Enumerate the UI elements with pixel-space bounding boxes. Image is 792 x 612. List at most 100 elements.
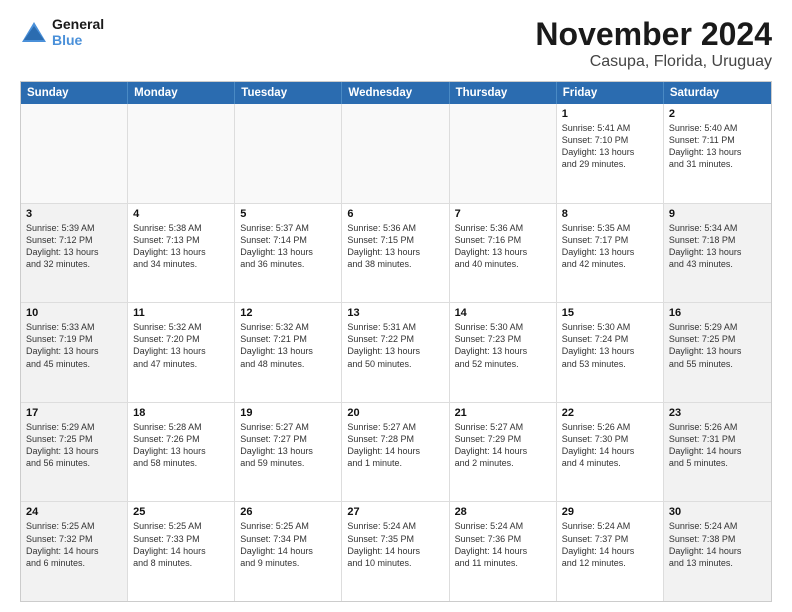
day-number: 9 (669, 208, 766, 220)
day-info: Sunrise: 5:38 AM Sunset: 7:13 PM Dayligh… (133, 222, 229, 271)
day-number: 22 (562, 407, 658, 419)
day-info: Sunrise: 5:29 AM Sunset: 7:25 PM Dayligh… (669, 321, 766, 370)
calendar-week-3: 10Sunrise: 5:33 AM Sunset: 7:19 PM Dayli… (21, 303, 771, 403)
day-number: 3 (26, 208, 122, 220)
day-info: Sunrise: 5:24 AM Sunset: 7:36 PM Dayligh… (455, 520, 551, 569)
day-info: Sunrise: 5:26 AM Sunset: 7:30 PM Dayligh… (562, 421, 658, 470)
day-info: Sunrise: 5:41 AM Sunset: 7:10 PM Dayligh… (562, 122, 658, 171)
day-info: Sunrise: 5:34 AM Sunset: 7:18 PM Dayligh… (669, 222, 766, 271)
day-number: 1 (562, 108, 658, 120)
calendar-day-17: 17 Sunrise: 5:29 AM Sunset: 7:25 PM Dayli… (21, 403, 128, 502)
day-info: Sunrise: 5:24 AM Sunset: 7:37 PM Dayligh… (562, 520, 658, 569)
header-day-monday: Monday (128, 82, 235, 104)
day-number: 11 (133, 307, 229, 319)
calendar-week-1: 1 Sunrise: 5:41 AM Sunset: 7:10 PM Daylig… (21, 104, 771, 204)
calendar-day-19: 19Sunrise: 5:27 AM Sunset: 7:27 PM Dayli… (235, 403, 342, 502)
calendar-day-4: 4Sunrise: 5:38 AM Sunset: 7:13 PM Daylig… (128, 204, 235, 303)
day-info: Sunrise: 5:25 AM Sunset: 7:33 PM Dayligh… (133, 520, 229, 569)
calendar-day-28: 28Sunrise: 5:24 AM Sunset: 7:36 PM Dayli… (450, 502, 557, 601)
day-info: Sunrise: 5:40 AM Sunset: 7:11 PM Dayligh… (669, 122, 766, 171)
calendar-day-empty (450, 104, 557, 203)
calendar-day-empty (128, 104, 235, 203)
calendar: SundayMondayTuesdayWednesdayThursdayFrid… (20, 81, 772, 602)
day-info: Sunrise: 5:31 AM Sunset: 7:22 PM Dayligh… (347, 321, 443, 370)
calendar-body: 1 Sunrise: 5:41 AM Sunset: 7:10 PM Daylig… (21, 104, 771, 601)
header-day-sunday: Sunday (21, 82, 128, 104)
day-number: 6 (347, 208, 443, 220)
calendar-day-14: 14Sunrise: 5:30 AM Sunset: 7:23 PM Dayli… (450, 303, 557, 402)
subtitle: Casupa, Florida, Uruguay (535, 53, 772, 71)
calendar-day-26: 26 Sunrise: 5:25 AM Sunset: 7:34 PM Dayli… (235, 502, 342, 601)
calendar-day-9: 9 Sunrise: 5:34 AM Sunset: 7:18 PM Daylig… (664, 204, 771, 303)
day-number: 27 (347, 506, 443, 518)
calendar-day-27: 27 Sunrise: 5:24 AM Sunset: 7:35 PM Dayli… (342, 502, 449, 601)
logo: General Blue (20, 16, 104, 48)
day-info: Sunrise: 5:27 AM Sunset: 7:29 PM Dayligh… (455, 421, 551, 470)
day-number: 26 (240, 506, 336, 518)
calendar-day-25: 25 Sunrise: 5:25 AM Sunset: 7:33 PM Dayli… (128, 502, 235, 601)
calendar-header: SundayMondayTuesdayWednesdayThursdayFrid… (21, 82, 771, 104)
calendar-day-30: 30Sunrise: 5:24 AM Sunset: 7:38 PM Dayli… (664, 502, 771, 601)
calendar-day-20: 20Sunrise: 5:27 AM Sunset: 7:28 PM Dayli… (342, 403, 449, 502)
calendar-day-empty (342, 104, 449, 203)
day-info: Sunrise: 5:32 AM Sunset: 7:21 PM Dayligh… (240, 321, 336, 370)
page: General Blue November 2024 Casupa, Flori… (0, 0, 792, 612)
day-info: Sunrise: 5:36 AM Sunset: 7:15 PM Dayligh… (347, 222, 443, 271)
day-info: Sunrise: 5:35 AM Sunset: 7:17 PM Dayligh… (562, 222, 658, 271)
day-info: Sunrise: 5:39 AM Sunset: 7:12 PM Dayligh… (26, 222, 122, 271)
day-info: Sunrise: 5:28 AM Sunset: 7:26 PM Dayligh… (133, 421, 229, 470)
day-number: 2 (669, 108, 766, 120)
calendar-day-23: 23 Sunrise: 5:26 AM Sunset: 7:31 PM Dayli… (664, 403, 771, 502)
day-info: Sunrise: 5:27 AM Sunset: 7:27 PM Dayligh… (240, 421, 336, 470)
calendar-day-2: 2 Sunrise: 5:40 AM Sunset: 7:11 PM Daylig… (664, 104, 771, 203)
header-day-wednesday: Wednesday (342, 82, 449, 104)
day-number: 23 (669, 407, 766, 419)
day-info: Sunrise: 5:24 AM Sunset: 7:35 PM Dayligh… (347, 520, 443, 569)
calendar-day-13: 13 Sunrise: 5:31 AM Sunset: 7:22 PM Dayli… (342, 303, 449, 402)
day-number: 5 (240, 208, 336, 220)
calendar-day-24: 24Sunrise: 5:25 AM Sunset: 7:32 PM Dayli… (21, 502, 128, 601)
header-day-thursday: Thursday (450, 82, 557, 104)
calendar-day-12: 12 Sunrise: 5:32 AM Sunset: 7:21 PM Dayli… (235, 303, 342, 402)
day-number: 14 (455, 307, 551, 319)
day-number: 18 (133, 407, 229, 419)
header-day-tuesday: Tuesday (235, 82, 342, 104)
day-info: Sunrise: 5:36 AM Sunset: 7:16 PM Dayligh… (455, 222, 551, 271)
calendar-day-8: 8 Sunrise: 5:35 AM Sunset: 7:17 PM Daylig… (557, 204, 664, 303)
calendar-day-1: 1 Sunrise: 5:41 AM Sunset: 7:10 PM Daylig… (557, 104, 664, 203)
day-number: 8 (562, 208, 658, 220)
day-number: 29 (562, 506, 658, 518)
logo-icon (20, 20, 48, 44)
calendar-day-7: 7Sunrise: 5:36 AM Sunset: 7:16 PM Daylig… (450, 204, 557, 303)
calendar-day-15: 15 Sunrise: 5:30 AM Sunset: 7:24 PM Dayli… (557, 303, 664, 402)
calendar-day-5: 5 Sunrise: 5:37 AM Sunset: 7:14 PM Daylig… (235, 204, 342, 303)
day-number: 25 (133, 506, 229, 518)
header-day-friday: Friday (557, 82, 664, 104)
main-title: November 2024 (535, 16, 772, 53)
day-info: Sunrise: 5:27 AM Sunset: 7:28 PM Dayligh… (347, 421, 443, 470)
day-number: 21 (455, 407, 551, 419)
title-block: November 2024 Casupa, Florida, Uruguay (535, 16, 772, 71)
calendar-day-22: 22 Sunrise: 5:26 AM Sunset: 7:30 PM Dayli… (557, 403, 664, 502)
calendar-day-6: 6 Sunrise: 5:36 AM Sunset: 7:15 PM Daylig… (342, 204, 449, 303)
calendar-day-18: 18 Sunrise: 5:28 AM Sunset: 7:26 PM Dayli… (128, 403, 235, 502)
calendar-day-3: 3 Sunrise: 5:39 AM Sunset: 7:12 PM Daylig… (21, 204, 128, 303)
day-number: 15 (562, 307, 658, 319)
calendar-day-11: 11Sunrise: 5:32 AM Sunset: 7:20 PM Dayli… (128, 303, 235, 402)
day-number: 16 (669, 307, 766, 319)
day-info: Sunrise: 5:25 AM Sunset: 7:32 PM Dayligh… (26, 520, 122, 569)
calendar-day-10: 10Sunrise: 5:33 AM Sunset: 7:19 PM Dayli… (21, 303, 128, 402)
day-info: Sunrise: 5:25 AM Sunset: 7:34 PM Dayligh… (240, 520, 336, 569)
day-info: Sunrise: 5:37 AM Sunset: 7:14 PM Dayligh… (240, 222, 336, 271)
calendar-day-21: 21 Sunrise: 5:27 AM Sunset: 7:29 PM Dayli… (450, 403, 557, 502)
day-info: Sunrise: 5:26 AM Sunset: 7:31 PM Dayligh… (669, 421, 766, 470)
day-number: 13 (347, 307, 443, 319)
day-info: Sunrise: 5:30 AM Sunset: 7:24 PM Dayligh… (562, 321, 658, 370)
logo-text: General Blue (52, 16, 104, 48)
calendar-day-empty (21, 104, 128, 203)
day-info: Sunrise: 5:29 AM Sunset: 7:25 PM Dayligh… (26, 421, 122, 470)
day-number: 17 (26, 407, 122, 419)
day-number: 12 (240, 307, 336, 319)
calendar-day-empty (235, 104, 342, 203)
calendar-day-16: 16 Sunrise: 5:29 AM Sunset: 7:25 PM Dayli… (664, 303, 771, 402)
